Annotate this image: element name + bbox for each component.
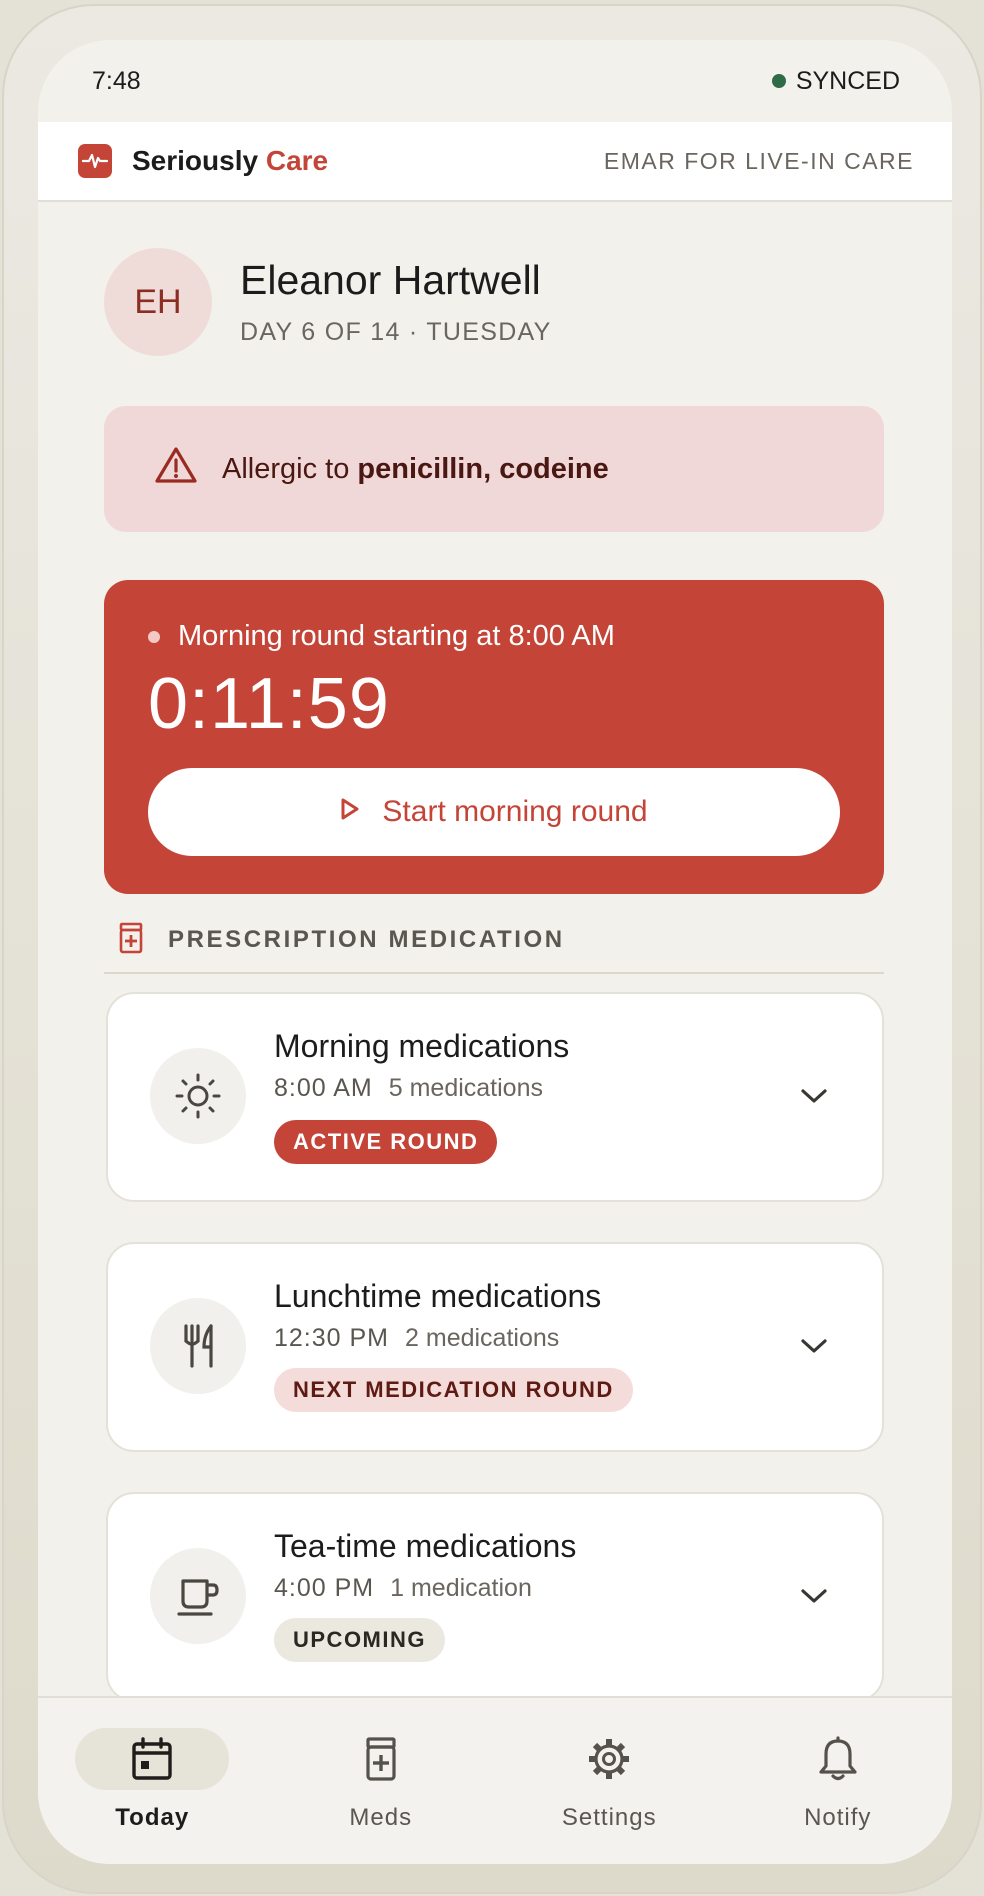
status-time: 7:48 [92, 66, 141, 95]
bottom-nav: Today Meds Settings Notify [38, 1696, 952, 1864]
round-card-time: 8:00 AM [274, 1074, 373, 1102]
brand: Seriously Care [78, 144, 328, 178]
round-card-time: 12:30 PM [274, 1324, 390, 1352]
round-card-title: Morning medications [274, 1028, 570, 1064]
care-day-meta: DAY 6 OF 14 · TUESDAY [240, 318, 552, 346]
allergy-text: Allergic to penicillin, codeine [222, 453, 609, 486]
allergy-banner: Allergic to penicillin, codeine [104, 406, 884, 532]
avatar: EH [104, 248, 212, 356]
patient-header: EH Eleanor Hartwell DAY 6 OF 14 · TUESDA… [104, 248, 552, 356]
round-card-lunchtime[interactable]: Lunchtime medications 12:30 PM 2 medicati… [106, 1242, 884, 1452]
app-subtitle: EMAR FOR LIVE-IN CARE [603, 147, 914, 174]
sun-icon [150, 1048, 246, 1144]
round-card-meta: 8:00 AM 5 medications [274, 1074, 543, 1103]
gear-icon [584, 1734, 634, 1784]
round-card-meta: 4:00 PM 1 medication [274, 1574, 532, 1603]
nav-label: Meds [349, 1804, 413, 1831]
sync-label: SYNCED [795, 66, 900, 95]
round-countdown-card: Morning round starting at 8:00 AM 0:11:5… [104, 580, 884, 894]
status-badge: ACTIVE ROUND [274, 1120, 498, 1164]
status-bar: 7:48 SYNCED [38, 40, 952, 122]
pill-bottle-icon [356, 1734, 406, 1784]
brand-primary: Seriously [132, 145, 259, 176]
start-round-label: Start morning round [382, 795, 648, 828]
patient-name: Eleanor Hartwell [240, 257, 541, 303]
cutlery-icon [150, 1298, 246, 1394]
sync-status: SYNCED [771, 66, 900, 96]
status-badge: NEXT MEDICATION ROUND [274, 1368, 633, 1412]
status-badge: UPCOMING [274, 1618, 445, 1662]
round-card-title: Lunchtime medications [274, 1278, 602, 1314]
nav-label: Today [115, 1804, 190, 1831]
section-header: PRESCRIPTION MEDICATION [104, 920, 884, 974]
countdown-timer: 0:11:59 [148, 664, 390, 744]
round-card-count: 1 medication [390, 1574, 532, 1602]
pill-bottle-icon [118, 922, 144, 959]
warning-icon [154, 445, 198, 493]
round-card-count: 2 medications [405, 1324, 560, 1352]
round-title: Morning round starting at 8:00 AM [178, 620, 615, 652]
chevron-down-icon[interactable] [794, 1076, 834, 1116]
brand-accent: Care [265, 145, 329, 176]
heartbeat-logo-icon [78, 144, 112, 178]
round-card-title: Tea-time medications [274, 1528, 577, 1564]
round-card-morning[interactable]: Morning medications 8:00 AM 5 medications… [106, 992, 884, 1202]
round-card-time: 4:00 PM [274, 1574, 375, 1602]
bell-icon [813, 1734, 863, 1784]
play-icon [340, 795, 360, 829]
app-screen: 7:48 SYNCED Seriously Care EMAR FOR LIVE… [38, 40, 952, 1864]
section-title: PRESCRIPTION MEDICATION [168, 926, 565, 953]
round-card-count: 5 medications [388, 1074, 543, 1102]
start-round-button[interactable]: Start morning round [148, 768, 840, 856]
sync-dot-icon [771, 74, 786, 88]
nav-item-settings[interactable]: Settings [495, 1698, 724, 1864]
nav-label: Settings [561, 1804, 657, 1831]
nav-label: Notify [804, 1804, 872, 1831]
round-heading: Morning round starting at 8:00 AM [148, 620, 840, 653]
cup-icon [150, 1548, 246, 1644]
nav-item-notify[interactable]: Notify [724, 1698, 953, 1864]
round-card-meta: 12:30 PM 2 medications [274, 1324, 559, 1353]
round-card-teatime[interactable]: Tea-time medications 4:00 PM 1 medication… [106, 1492, 884, 1702]
nav-item-today[interactable]: Today [38, 1698, 267, 1864]
nav-item-meds[interactable]: Meds [267, 1698, 496, 1864]
live-dot-icon [148, 630, 160, 643]
allergy-prefix: Allergic to [222, 452, 358, 485]
patient-info: Eleanor Hartwell DAY 6 OF 14 · TUESDAY [240, 257, 552, 347]
device-frame: 7:48 SYNCED Seriously Care EMAR FOR LIVE… [2, 4, 982, 1894]
brand-name: Seriously Care [132, 145, 328, 177]
chevron-down-icon[interactable] [794, 1326, 834, 1366]
calendar-icon [127, 1734, 177, 1784]
chevron-down-icon[interactable] [794, 1576, 834, 1616]
app-header: Seriously Care EMAR FOR LIVE-IN CARE [38, 122, 952, 202]
allergy-substances: penicillin, codeine [357, 452, 609, 485]
